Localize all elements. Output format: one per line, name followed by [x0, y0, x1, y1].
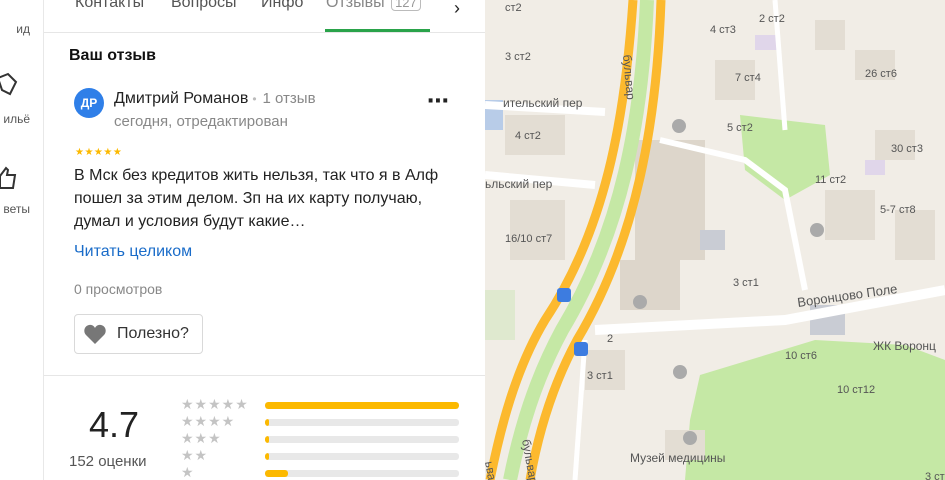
review-text: В Мск без кредитов жить нельзя, так что … [74, 167, 439, 230]
map-label: 3 ст1 [733, 277, 759, 289]
left-rail: ид ильё веты [0, 0, 44, 480]
map-label: 16/10 ст7 [505, 233, 552, 245]
heart-icon [84, 324, 106, 344]
map-label: ст2 [505, 2, 522, 14]
poi-icon[interactable] [810, 223, 824, 237]
map-label: 5-7 ст8 [880, 204, 916, 216]
map-label: 3 ст1 [925, 471, 945, 480]
views-count: 0 просмотров [74, 281, 163, 297]
row-stars: ★★ [181, 447, 209, 463]
read-more-link[interactable]: Читать целиком [74, 243, 192, 261]
org-panel: Контакты Вопросы Инфо Отзывы 127 › Ваш о… [44, 0, 485, 480]
rating-bar-fill [265, 453, 269, 460]
map-label: 2 ст2 [759, 13, 785, 25]
author-review-count: 1 отзыв [262, 90, 316, 107]
tab-questions[interactable]: Вопросы [171, 0, 237, 12]
map-label: 2 [607, 333, 613, 345]
map-label: ительский пер [503, 96, 583, 110]
poi-icon[interactable] [673, 365, 687, 379]
map-building [825, 190, 875, 240]
divider [44, 375, 485, 376]
separator-dot: • [252, 92, 257, 106]
poi-icon[interactable] [633, 295, 647, 309]
rating-bar-track [265, 436, 459, 443]
bus-stop-icon[interactable] [574, 342, 588, 356]
map[interactable]: бульвар 4 ст3 2 ст2 ст2 3 ст2 7 ст4 26 с… [485, 0, 945, 480]
museum-icon[interactable] [683, 431, 697, 445]
review-stars: ★★★★★ [75, 147, 123, 158]
map-label: 30 ст3 [891, 143, 923, 155]
map-label: 5 ст2 [727, 122, 753, 134]
map-label: ьльский пер [485, 177, 553, 191]
avatar[interactable]: ДР [74, 88, 104, 118]
rail-item-label: веты [3, 202, 30, 216]
map-building [815, 20, 845, 50]
useful-label: Полезно? [117, 325, 189, 342]
rating-bar-fill [265, 419, 269, 426]
section-title: Ваш отзыв [69, 47, 156, 64]
map-label: 3 ст1 [587, 370, 613, 382]
rail-item-label: ильё [3, 112, 30, 126]
row-stars: ★ [181, 464, 195, 480]
map-label: 11 ст2 [815, 174, 846, 186]
bus-stop-icon[interactable] [557, 288, 571, 302]
tab-bar: Контакты Вопросы Инфо Отзывы 127 › [44, 0, 485, 33]
rating-bar-fill [265, 470, 289, 477]
active-tab-indicator [325, 29, 430, 32]
map-building [895, 210, 935, 260]
overall-rating: 4.7 [89, 404, 140, 445]
tab-info[interactable]: Инфо [261, 0, 303, 12]
tab-reviews-label: Отзывы [326, 0, 385, 11]
rail-item-label: ид [16, 22, 30, 36]
map-building [865, 160, 885, 175]
tabs-next-arrow-icon[interactable]: › [454, 0, 460, 19]
reviews-count-badge: 127 [391, 0, 421, 11]
map-label: ЖК Воронц [873, 339, 936, 353]
map-building [620, 260, 680, 310]
rating-bar-fill [265, 436, 269, 443]
tab-contacts[interactable]: Контакты [75, 0, 144, 12]
useful-button[interactable]: Полезно? [74, 314, 203, 354]
map-label: 10 ст12 [837, 384, 875, 396]
rating-bar-track [265, 402, 459, 409]
map-label: Музей медицины [630, 451, 725, 465]
map-label: 4 ст3 [710, 24, 736, 36]
row-stars: ★★★★ [181, 413, 236, 429]
map-label: 26 ст6 [865, 68, 897, 80]
map-label: 10 ст6 [785, 350, 817, 362]
map-label: 4 ст2 [515, 130, 541, 142]
map-label: 7 ст4 [735, 72, 761, 84]
map-building [700, 230, 725, 250]
row-stars: ★★★★★ [181, 396, 249, 412]
rating-bar-track [265, 453, 459, 460]
more-options-icon[interactable]: ⋯ [427, 88, 450, 114]
map-park [485, 290, 515, 340]
thumbs-up-icon [0, 166, 17, 189]
map-street [572, 339, 588, 480]
review-date: сегодня, отредактирован [114, 113, 288, 130]
tab-reviews[interactable]: Отзывы 127 [326, 0, 421, 12]
map-label: 3 ст2 [505, 51, 531, 63]
poi-icon[interactable] [672, 119, 686, 133]
review-author: Дмитрий Романов • 1 отзыв [114, 90, 316, 108]
author-name[interactable]: Дмитрий Романов [114, 90, 248, 107]
row-stars: ★★★ [181, 430, 222, 446]
photo-icon [0, 72, 18, 96]
rating-bar-fill [265, 402, 459, 409]
ratings-count: 152 оценки [69, 453, 147, 470]
map-canvas[interactable]: бульвар 4 ст3 2 ст2 ст2 3 ст2 7 ст4 26 с… [485, 0, 945, 480]
rating-bar-track [265, 470, 459, 477]
map-building [510, 200, 565, 260]
rating-bar-track [265, 419, 459, 426]
